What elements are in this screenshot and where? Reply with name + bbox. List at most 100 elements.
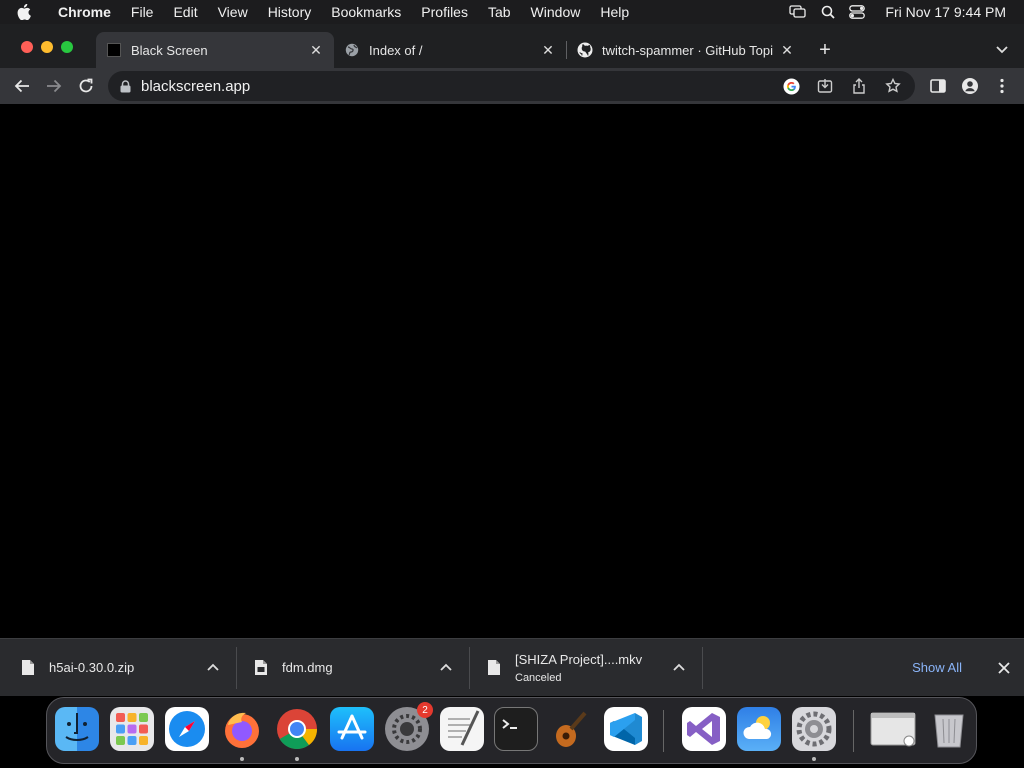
new-tab-button[interactable]: + bbox=[805, 32, 845, 68]
back-button[interactable] bbox=[6, 70, 38, 102]
chevron-up-icon[interactable] bbox=[672, 660, 686, 674]
weather-icon bbox=[743, 716, 772, 739]
dock-divider bbox=[663, 710, 664, 752]
toolbar-right-actions bbox=[922, 70, 1018, 102]
dock-app-store[interactable] bbox=[330, 707, 374, 751]
dock-finder[interactable] bbox=[55, 707, 99, 751]
preview-window-icon bbox=[870, 712, 916, 747]
zoom-window-button[interactable] bbox=[61, 41, 73, 53]
dock-trash[interactable] bbox=[927, 707, 971, 751]
settings-gear-icon bbox=[796, 711, 832, 747]
minimize-window-button[interactable] bbox=[41, 41, 53, 53]
browser-toolbar: blackscreen.app bbox=[0, 68, 1024, 104]
download-item[interactable]: [SHIZA Project]....mkv Canceled bbox=[470, 639, 702, 697]
file-icon bbox=[22, 660, 34, 675]
dock-system-preferences[interactable]: 2 bbox=[385, 702, 433, 751]
install-app-button[interactable] bbox=[809, 70, 841, 102]
google-g-icon bbox=[782, 77, 800, 95]
more-vert-icon bbox=[1000, 78, 1004, 94]
black-square-favicon bbox=[106, 42, 122, 58]
menu-edit[interactable]: Edit bbox=[163, 4, 207, 20]
dock-terminal[interactable] bbox=[494, 707, 538, 751]
tab-title: twitch-spammer · GitHub Topic bbox=[602, 42, 773, 58]
google-lens-button[interactable] bbox=[775, 70, 807, 102]
url-text[interactable]: blackscreen.app bbox=[141, 78, 250, 95]
chevron-up-icon[interactable] bbox=[206, 660, 220, 674]
plus-icon: + bbox=[819, 38, 831, 61]
menubar-clock[interactable]: Fri Nov 17 9:44 PM bbox=[885, 4, 1006, 20]
file-icon bbox=[488, 660, 500, 675]
dock-safari[interactable] bbox=[165, 707, 209, 751]
tab-strip: Black Screen ✕ Index of / ✕ twitch-spamm… bbox=[0, 24, 1024, 68]
menu-bookmarks[interactable]: Bookmarks bbox=[321, 4, 411, 20]
chevron-down-icon bbox=[996, 46, 1008, 54]
download-shelf: h5ai-0.30.0.zip fdm.dmg [SHIZA Project].… bbox=[0, 638, 1024, 696]
download-text: [SHIZA Project]....mkv Canceled bbox=[515, 652, 642, 684]
menu-file[interactable]: File bbox=[121, 4, 164, 20]
spotlight-search-icon[interactable] bbox=[821, 5, 836, 19]
black-screen-content[interactable] bbox=[0, 104, 1024, 638]
dock-system-settings[interactable] bbox=[792, 707, 836, 751]
tab-search-button[interactable] bbox=[980, 32, 1024, 68]
show-all-downloads-button[interactable]: Show All bbox=[912, 660, 962, 675]
dock-launchpad[interactable] bbox=[110, 707, 154, 751]
close-tab-icon[interactable]: ✕ bbox=[308, 42, 324, 58]
dock-divider bbox=[853, 710, 854, 752]
bookmark-star-button[interactable] bbox=[877, 70, 909, 102]
menu-bar: Chrome File Edit View History Bookmarks … bbox=[0, 0, 1024, 24]
tab-index-of[interactable]: Index of / ✕ bbox=[334, 32, 566, 68]
running-indicator bbox=[812, 757, 816, 761]
profile-button[interactable] bbox=[954, 70, 986, 102]
tab-github-topic[interactable]: twitch-spammer · GitHub Topic ✕ bbox=[567, 32, 805, 68]
finder-icon bbox=[65, 713, 89, 741]
chrome-icon bbox=[277, 709, 317, 749]
side-panel-button[interactable] bbox=[922, 70, 954, 102]
forward-button[interactable] bbox=[38, 70, 70, 102]
vscode-icon bbox=[610, 713, 642, 745]
menu-app-name[interactable]: Chrome bbox=[48, 4, 121, 20]
reload-icon bbox=[79, 78, 93, 93]
download-filename: fdm.dmg bbox=[282, 660, 333, 675]
tab-black-screen[interactable]: Black Screen ✕ bbox=[96, 32, 334, 68]
close-window-button[interactable] bbox=[21, 41, 33, 53]
dock-chrome[interactable] bbox=[275, 707, 319, 751]
menu-window[interactable]: Window bbox=[521, 4, 591, 20]
globe-icon bbox=[344, 42, 360, 58]
menu-view[interactable]: View bbox=[208, 4, 258, 20]
menu-history[interactable]: History bbox=[258, 4, 322, 20]
chevron-up-icon[interactable] bbox=[439, 660, 453, 674]
menu-profiles[interactable]: Profiles bbox=[411, 4, 478, 20]
dock-firefox[interactable] bbox=[220, 707, 264, 751]
dock-textedit[interactable] bbox=[440, 707, 484, 751]
tab-title: Black Screen bbox=[131, 42, 208, 58]
visual-studio-icon bbox=[687, 713, 720, 745]
dock-weather[interactable] bbox=[737, 707, 781, 751]
apple-menu[interactable] bbox=[0, 4, 48, 20]
control-center-icon[interactable] bbox=[849, 5, 866, 19]
close-tab-icon[interactable]: ✕ bbox=[540, 42, 556, 58]
download-item[interactable]: h5ai-0.30.0.zip bbox=[0, 639, 236, 697]
dock-visual-studio[interactable] bbox=[682, 707, 726, 751]
lock-icon[interactable] bbox=[120, 79, 131, 93]
close-tab-icon[interactable]: ✕ bbox=[779, 42, 795, 58]
dock-garageband[interactable] bbox=[549, 707, 593, 751]
address-bar[interactable]: blackscreen.app bbox=[108, 71, 915, 101]
safari-icon bbox=[169, 711, 205, 747]
share-icon bbox=[853, 78, 865, 94]
download-item[interactable]: fdm.dmg bbox=[237, 639, 469, 697]
dock-vscode[interactable] bbox=[604, 707, 648, 751]
trash-icon bbox=[934, 714, 964, 748]
reload-button[interactable] bbox=[70, 70, 102, 102]
back-arrow-icon bbox=[14, 79, 29, 93]
running-indicator bbox=[240, 757, 244, 761]
menu-help[interactable]: Help bbox=[590, 4, 639, 20]
share-button[interactable] bbox=[843, 70, 875, 102]
menu-tab[interactable]: Tab bbox=[478, 4, 521, 20]
close-download-shelf-button[interactable] bbox=[996, 660, 1012, 676]
terminal-icon bbox=[502, 719, 517, 729]
window-controls bbox=[0, 41, 96, 68]
screen-mirroring-icon[interactable] bbox=[789, 5, 807, 19]
avatar-icon bbox=[962, 78, 978, 94]
chrome-menu-button[interactable] bbox=[986, 70, 1018, 102]
dock-preview[interactable] bbox=[869, 707, 916, 751]
